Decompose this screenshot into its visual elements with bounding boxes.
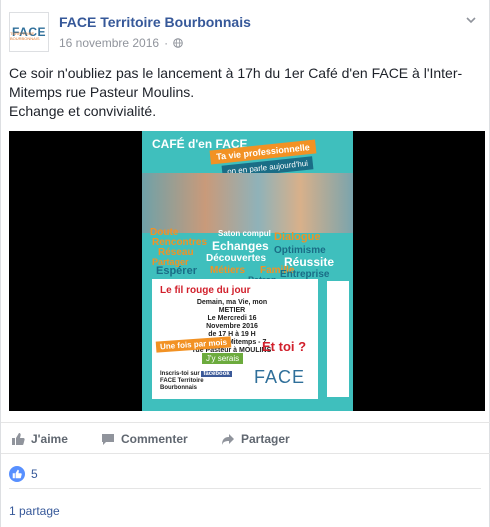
reactions-summary[interactable]: 5 — [9, 466, 38, 482]
post-image[interactable]: CAFÉ d'en FACE Ta vie professionnelle on… — [9, 131, 485, 411]
poster-inscris: Inscris-toi sur facebook FACE Territoire… — [160, 371, 240, 392]
thumbs-up-icon — [12, 433, 25, 445]
separator-dot: · — [164, 36, 169, 50]
poster-word: Réussite — [284, 255, 335, 269]
like-label: J'aime — [31, 432, 68, 446]
page-name-link[interactable]: FACE Territoire Bourbonnais — [59, 14, 251, 30]
poster-word: Découvertes — [206, 253, 267, 264]
poster-face-logo: FACE — [254, 367, 306, 387]
comment-icon — [102, 434, 114, 445]
poster-date: Le Mercredi 16 Novembre 2016 — [206, 315, 258, 330]
facebook-post: FACE TERRITOIRE BOURBONNAIS FACE Territo… — [0, 0, 490, 527]
post-text-line: Echange et convivialité. — [9, 103, 157, 119]
post-date[interactable]: 16 novembre 2016 — [59, 36, 159, 50]
poster-word: Espérer — [156, 265, 197, 277]
poster-inscris-page: FACE Territoire Bourbonnais — [160, 378, 204, 391]
poster-word-cloud: Doute Rencontres Réseau Partager Espérer… — [148, 227, 348, 285]
poster-inscris-label: Inscris-toi sur — [160, 371, 200, 377]
page-avatar[interactable]: FACE TERRITOIRE BOURBONNAIS — [9, 12, 49, 52]
post-text: Ce soir n'oubliez pas le lancement à 17h… — [9, 64, 479, 121]
comment-button[interactable]: Commenter — [101, 432, 188, 446]
like-button[interactable]: J'aime — [11, 432, 68, 446]
divider — [9, 488, 481, 489]
post-meta: 16 novembre 2016 · — [59, 36, 183, 50]
action-bar: J'aime Commenter Partager — [1, 422, 490, 454]
event-poster: CAFÉ d'en FACE Ta vie professionnelle on… — [142, 131, 353, 411]
post-text-line: Mitemps rue Pasteur Moulins. — [9, 84, 195, 100]
share-label: Partager — [241, 432, 290, 446]
poster-word: Saton compul — [218, 229, 271, 238]
share-button[interactable]: Partager — [221, 432, 290, 446]
poster-word: Métiers — [210, 265, 246, 276]
thumbs-up-icon — [12, 469, 22, 479]
like-reaction-icon — [9, 466, 25, 482]
comment-label: Commenter — [121, 432, 188, 446]
shares-count-link[interactable]: 1 partage — [9, 504, 60, 518]
chevron-down-icon[interactable] — [465, 14, 477, 26]
poster-side-strip — [327, 281, 349, 397]
post-text-line: Ce soir n'oubliez pas le lancement à 17h… — [9, 65, 463, 81]
poster-demain: Demain, ma Vie, mon METIER — [196, 299, 268, 314]
share-arrow-icon — [222, 434, 234, 445]
poster-word: Dialogue — [274, 231, 321, 243]
poster-photo — [142, 173, 353, 233]
poster-fil-rouge: Le fil rouge du jour — [160, 285, 251, 296]
avatar-logo-tag: TERRITOIRE BOURBONNAIS — [10, 31, 40, 41]
poster-word: Echanges — [212, 239, 269, 253]
poster-jy-serais: J'y serais — [202, 353, 244, 364]
facebook-logo: facebook — [201, 371, 232, 377]
likes-count: 5 — [31, 467, 38, 481]
poster-info-panel: Le fil rouge du jour Demain, ma Vie, mon… — [152, 279, 318, 399]
globe-icon[interactable] — [173, 38, 183, 48]
poster-et-toi: Et toi ? — [262, 339, 307, 354]
